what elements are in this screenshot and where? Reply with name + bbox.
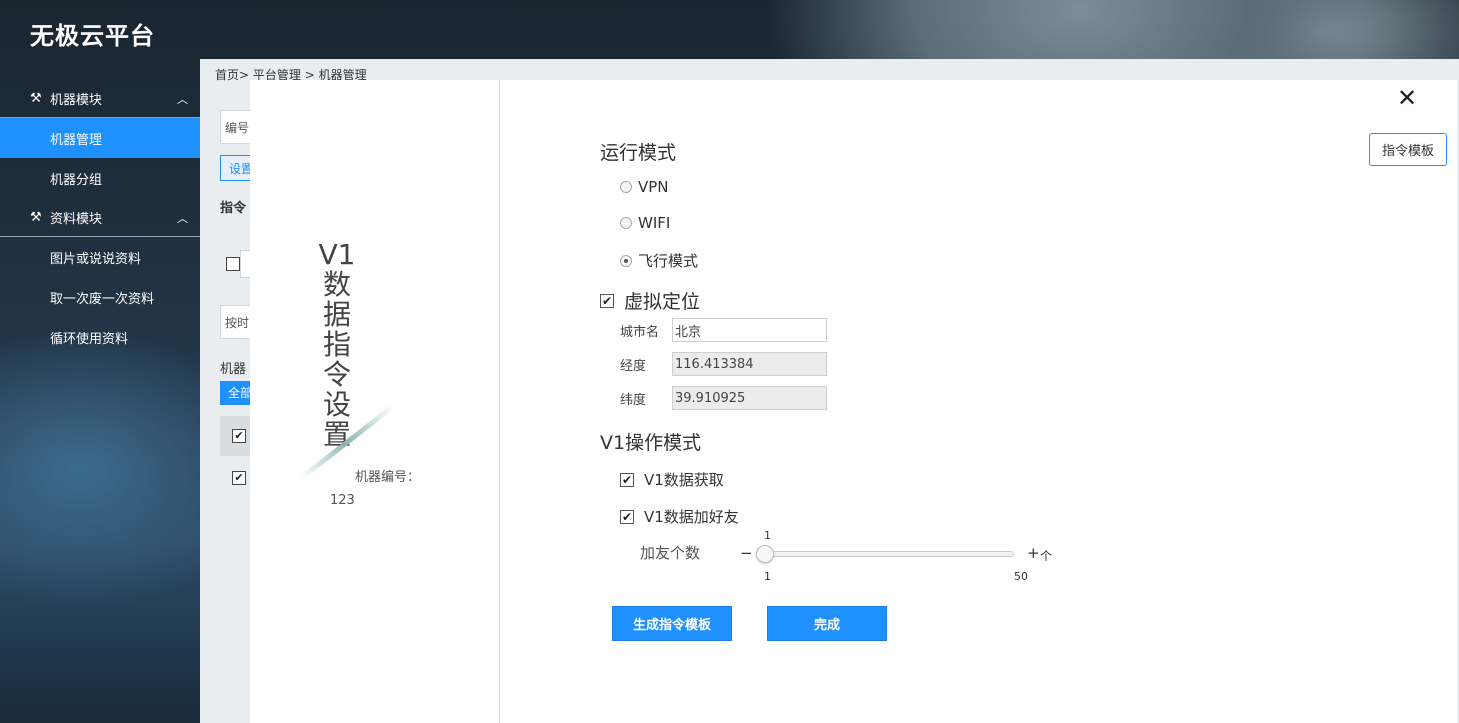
breadcrumb-home[interactable]: 首页	[215, 68, 239, 82]
latitude-input: 39.910925	[672, 386, 827, 410]
longitude-input: 116.413384	[672, 352, 827, 376]
done-button[interactable]: 完成	[767, 606, 887, 641]
chevron-up-icon: ︿	[177, 212, 188, 225]
sidebar-group-machine[interactable]: ⚒ 机器模块 ︿	[0, 79, 200, 118]
unit-label: 个	[1040, 549, 1053, 563]
longitude-label: 经度	[620, 358, 647, 374]
plus-icon[interactable]: +	[1027, 544, 1040, 562]
title-char: 数	[322, 268, 351, 301]
row-checkbox[interactable]: ✔	[232, 429, 246, 443]
friend-count-slider[interactable]	[764, 551, 1014, 557]
title-char: 设	[322, 388, 351, 421]
title-char: 据	[322, 298, 351, 331]
radio-label: WIFI	[638, 214, 671, 232]
checkbox[interactable]: ✔	[620, 472, 634, 487]
longitude-row: 经度 116.413384	[620, 352, 827, 376]
v1-fetch-toggle[interactable]: ✔ V1数据获取	[620, 469, 724, 490]
checkbox-label: V1数据加好友	[644, 508, 739, 526]
machine-label: 机器	[220, 362, 247, 377]
v1-mode-title: V1操作模式	[600, 432, 702, 454]
city-label: 城市名	[620, 324, 660, 340]
sidebar-item-machine-management[interactable]: 机器管理	[0, 118, 200, 158]
latitude-label: 纬度	[620, 392, 647, 408]
sidebar-group-label: 机器模块	[50, 92, 103, 108]
slider-value: 1	[764, 529, 771, 542]
machine-number-value: 123	[330, 493, 355, 508]
title-char: V1	[318, 238, 356, 271]
slider-max-label: 50	[1014, 570, 1028, 583]
radio-label: 飞行模式	[638, 252, 699, 270]
radio-label: VPN	[638, 178, 669, 196]
checkbox[interactable]: ✔	[600, 293, 614, 308]
sidebar-item-label: 图片或说说资料	[50, 251, 142, 267]
radio-button[interactable]	[620, 181, 632, 193]
sidebar-item-machine-group[interactable]: 机器分组	[0, 158, 200, 198]
radio-vpn[interactable]: VPN	[620, 178, 669, 196]
v1-add-friend-toggle[interactable]: ✔ V1数据加好友	[620, 506, 739, 527]
sidebar-group-label: 资料模块	[50, 211, 103, 227]
title-char: 令	[322, 358, 351, 391]
checkbox[interactable]: ✔	[620, 509, 634, 524]
sidebar: ⚒ 机器模块 ︿ 机器管理 机器分组 ⚒ 资料模块 ︿ 图片或说说资料 取一次废…	[0, 79, 200, 357]
title-char: 指	[322, 328, 351, 361]
tools-icon: ⚒	[30, 90, 42, 106]
command-label: 指令	[220, 201, 247, 216]
run-mode-title: 运行模式	[600, 142, 677, 164]
radio-button[interactable]	[620, 254, 632, 267]
sidebar-item-label: 机器分组	[50, 172, 103, 188]
minus-icon[interactable]: −	[740, 544, 753, 562]
sidebar-item-images[interactable]: 图片或说说资料	[0, 237, 200, 277]
chevron-up-icon: ︿	[177, 93, 188, 106]
command-settings-modal: V1 数 据 指 令 设 置 机器编号： 123 ✕ 指令模板 运行模式 VPN…	[250, 80, 1457, 723]
breadcrumb-separator: >	[239, 68, 250, 82]
row-checkbox[interactable]: ✔	[232, 471, 246, 485]
friend-count-label: 加友个数	[640, 544, 701, 562]
radio-airplane[interactable]: 飞行模式	[620, 250, 698, 271]
sidebar-item-label: 循环使用资料	[50, 331, 129, 347]
radio-wifi[interactable]: WIFI	[620, 214, 670, 232]
modal-side-panel: V1 数 据 指 令 设 置 机器编号： 123	[250, 80, 500, 723]
sidebar-item-label: 机器管理	[50, 132, 103, 148]
checkbox-label: 虚拟定位	[624, 291, 701, 313]
slider-handle[interactable]	[756, 545, 774, 563]
sidebar-item-recycle[interactable]: 循环使用资料	[0, 317, 200, 357]
sidebar-item-label: 取一次废一次资料	[50, 291, 155, 307]
sidebar-item-single-use[interactable]: 取一次废一次资料	[0, 277, 200, 317]
tools-icon: ⚒	[30, 209, 42, 225]
virtual-location-toggle[interactable]: ✔ 虚拟定位	[600, 287, 700, 314]
close-icon[interactable]: ✕	[1397, 84, 1417, 112]
sidebar-group-data[interactable]: ⚒ 资料模块 ︿	[0, 198, 200, 237]
select-checkbox[interactable]	[226, 257, 240, 271]
app-logo: 无极云平台	[30, 22, 155, 50]
radio-button[interactable]	[620, 217, 632, 229]
generate-template-button[interactable]: 生成指令模板	[612, 606, 732, 641]
modal-title: V1 数 据 指 令 设 置	[312, 240, 362, 450]
command-template-button[interactable]: 指令模板	[1369, 133, 1447, 166]
machine-number-label: 机器编号：	[355, 470, 421, 485]
city-input[interactable]: 北京	[672, 318, 827, 342]
checkbox-label: V1数据获取	[644, 471, 724, 489]
latitude-row: 纬度 39.910925	[620, 386, 827, 410]
slider-min-label: 1	[764, 570, 771, 583]
city-row: 城市名 北京	[620, 318, 827, 342]
